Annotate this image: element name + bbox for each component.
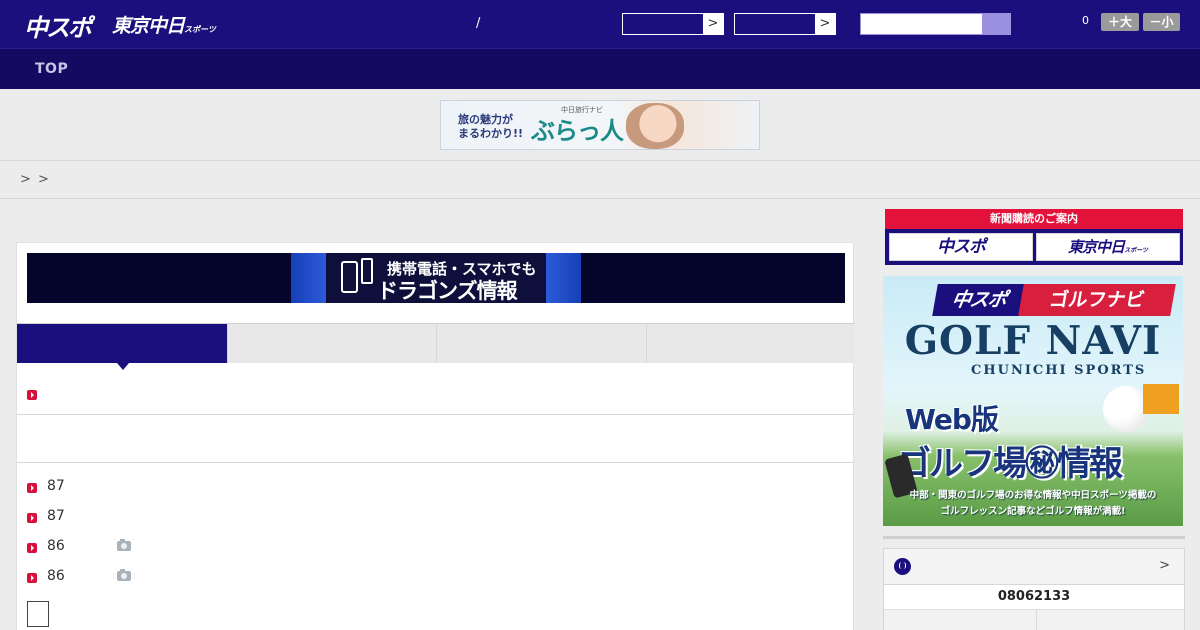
tokyo-chunichi-logo[interactable]: 東京中日スポーツ: [112, 11, 216, 38]
list-item-number[interactable]: 87: [47, 508, 65, 524]
subscribe-tokyo-suffix: スポーツ: [1124, 247, 1148, 254]
site-header: 中スポ 東京中日スポーツ / > > 0 ＋大 －小: [0, 0, 1200, 48]
golf-badge-chuspo: 中スポ: [932, 284, 1026, 316]
score-grid: [884, 609, 1184, 630]
golf-title: GOLF NAVI: [904, 318, 1162, 364]
list-item-number[interactable]: 86: [47, 538, 65, 554]
golf-web-label: Web版: [905, 403, 999, 436]
breadcrumb-separator: >: [38, 172, 49, 187]
font-size-count: 0: [1082, 14, 1089, 27]
smartphone-icon: [341, 261, 358, 293]
golf-footer-line1: 中部・関東のゴルフ場のお得な情報や中日スポーツ掲載の: [909, 490, 1157, 501]
divider: [17, 414, 855, 415]
mobile-promo-banner[interactable]: 携帯電話・スマホでも ドラゴンズ情報: [27, 253, 845, 303]
red-arrow-icon: [27, 513, 37, 523]
mobile-phone-icon: [361, 258, 373, 284]
search-input[interactable]: [860, 13, 1011, 35]
promo-line2: ドラゴンズ情報: [377, 279, 518, 303]
baseball-icon: [894, 558, 911, 575]
select-arrow-icon: >: [703, 14, 723, 34]
ad-model-image: [626, 103, 684, 149]
font-larger-button[interactable]: ＋大: [1101, 13, 1139, 31]
font-smaller-button[interactable]: －小: [1143, 13, 1180, 31]
camera-icon: [117, 569, 131, 581]
golf-badge-navi: ゴルフナビ: [1018, 284, 1176, 316]
select-arrow-icon: >: [815, 14, 835, 34]
list-item-number[interactable]: 86: [47, 568, 65, 584]
golf-footer-line2: ゴルフレッスン記事などゴルフ情報が満載!: [940, 506, 1126, 517]
breadcrumb: > >: [0, 160, 1200, 199]
ad-brand: ぶらっ人: [531, 117, 624, 145]
subscription-box: 新聞購読のご案内 中スポ 東京中日スポーツ: [885, 209, 1183, 265]
thumbnail-placeholder[interactable]: [27, 601, 49, 627]
search-button[interactable]: [982, 14, 1010, 34]
divider: [17, 462, 855, 463]
subscription-header: 新聞購読のご案内: [885, 209, 1183, 229]
ad-line2: まるわかり!!: [458, 127, 524, 140]
main-panel: 携帯電話・スマホでも ドラゴンズ情報 87 87 86 86: [16, 242, 855, 630]
travel-ad-banner[interactable]: 旅の魅力が まるわかり!! 中日旅行ナビ ぶらっ人: [440, 100, 760, 150]
main-nav: TOP: [0, 48, 1200, 89]
header-separator: /: [476, 16, 481, 31]
category-select-2[interactable]: >: [734, 13, 836, 35]
golf-info-label: ゴルフ場㊙情報: [897, 444, 1123, 484]
baseball-widget-header[interactable]: >: [884, 549, 1184, 585]
content-tabs: [17, 323, 855, 370]
red-arrow-icon: [27, 543, 37, 553]
golf-subtitle: CHUNICHI SPORTS: [971, 363, 1147, 378]
sidebar-divider: [883, 536, 1185, 539]
tokyo-logo-suffix: スポーツ: [184, 25, 216, 34]
tab-2[interactable]: [227, 324, 437, 363]
breadcrumb-separator: >: [20, 172, 31, 187]
list-item-number[interactable]: 87: [47, 478, 65, 494]
red-arrow-icon: [27, 483, 37, 493]
baseball-score-widget: > 08062133: [883, 548, 1185, 630]
tab-4[interactable]: [646, 324, 855, 363]
golf-footer: 中部・関東のゴルフ場のお得な情報や中日スポーツ掲載の ゴルフレッスン記事などゴル…: [883, 488, 1183, 520]
golf-flag-icon: [1143, 384, 1179, 414]
tab-1[interactable]: [17, 324, 227, 370]
category-select-1[interactable]: >: [622, 13, 724, 35]
camera-icon: [117, 539, 131, 551]
chuspo-logo[interactable]: 中スポ: [24, 8, 92, 43]
subscribe-tokyo-button[interactable]: 東京中日スポーツ: [1036, 233, 1180, 261]
chevron-right-icon[interactable]: >: [1159, 558, 1170, 573]
subscribe-tokyo-label: 東京中日: [1068, 238, 1125, 256]
tab-3[interactable]: [436, 324, 646, 363]
game-date: 08062133: [997, 589, 1071, 604]
red-arrow-icon: [27, 573, 37, 583]
subscribe-chuspo-button[interactable]: 中スポ: [889, 233, 1033, 261]
nav-item-top[interactable]: TOP: [35, 61, 68, 77]
red-arrow-icon: [27, 390, 37, 400]
golf-navi-banner[interactable]: 中スポ ゴルフナビ GOLF NAVI CHUNICHI SPORTS Web版…: [883, 276, 1183, 526]
tokyo-logo-text: 東京中日: [112, 15, 185, 37]
